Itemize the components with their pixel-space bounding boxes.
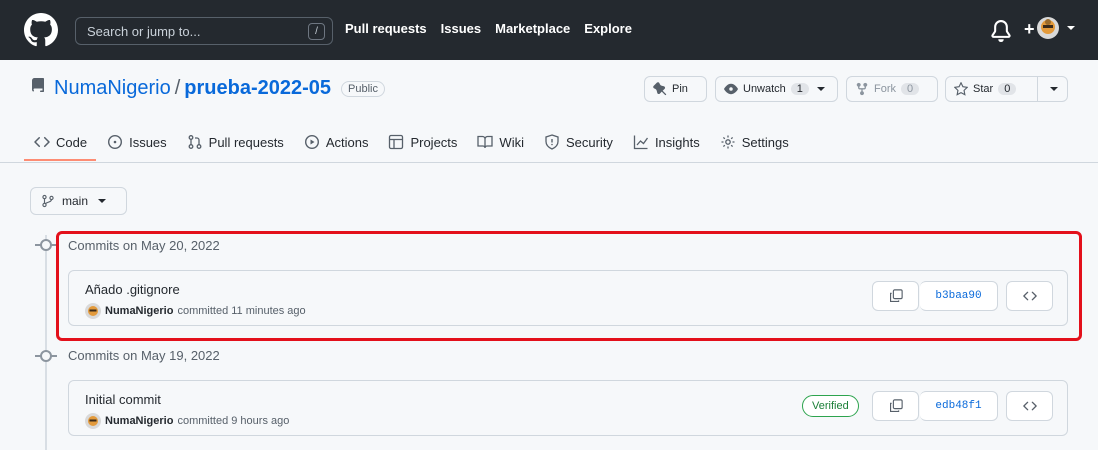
branch-name: main xyxy=(62,194,89,208)
global-nav: Pull requests Issues Marketplace Explore xyxy=(345,21,632,36)
star-label: Star xyxy=(973,83,994,95)
create-new-button[interactable]: + xyxy=(1024,19,1035,40)
graph-icon xyxy=(633,135,648,150)
repo-owner-link[interactable]: NumaNigerio xyxy=(54,77,171,100)
commit-timeline xyxy=(45,235,47,450)
pin-button[interactable]: Pin xyxy=(644,76,707,102)
star-chevron-down-icon xyxy=(1050,87,1058,91)
tab-wiki[interactable]: Wiki xyxy=(467,133,534,151)
commit-author-link[interactable]: NumaNigerio xyxy=(105,415,173,427)
tab-issues-label: Issues xyxy=(129,134,167,150)
book-icon xyxy=(477,135,494,149)
tab-insights[interactable]: Insights xyxy=(623,133,710,151)
commit-time: committed 9 hours ago xyxy=(177,415,290,427)
user-menu-chevron-down-icon[interactable] xyxy=(1067,26,1075,30)
commit-meta: NumaNigerio committed 9 hours ago xyxy=(85,413,289,429)
repo-tabs: Code Issues Pull requests Actions Projec… xyxy=(24,133,799,151)
commit-row: Initial commit NumaNigerio committed 9 h… xyxy=(68,380,1068,436)
tab-pull-requests-label: Pull requests xyxy=(208,134,284,150)
shield-icon xyxy=(545,134,559,150)
search-placeholder: Search or jump to... xyxy=(87,24,201,39)
commit-message-link[interactable]: Initial commit xyxy=(85,392,161,407)
repo-icon xyxy=(31,78,44,92)
tab-actions[interactable]: Actions xyxy=(294,133,379,151)
pin-icon xyxy=(653,82,667,96)
git-branch-icon xyxy=(42,194,54,208)
active-tab-indicator xyxy=(24,159,96,161)
search-input[interactable]: Search or jump to... / xyxy=(75,17,333,45)
unwatch-label: Unwatch xyxy=(743,83,786,95)
global-header: Search or jump to... / Pull requests Iss… xyxy=(0,0,1098,60)
table-icon xyxy=(389,134,404,150)
tab-actions-label: Actions xyxy=(325,134,369,150)
watchers-count: 1 xyxy=(790,83,809,95)
nav-marketplace[interactable]: Marketplace xyxy=(495,21,570,36)
user-avatar[interactable] xyxy=(1036,16,1060,40)
tab-issues[interactable]: Issues xyxy=(97,133,177,151)
branch-chevron-down-icon xyxy=(98,199,107,203)
issue-icon xyxy=(108,134,123,150)
author-avatar[interactable] xyxy=(85,413,101,429)
tab-insights-label: Insights xyxy=(654,134,700,150)
nav-pull-requests[interactable]: Pull requests xyxy=(345,21,427,36)
commit-group-heading: Commits on May 19, 2022 xyxy=(68,348,220,363)
branch-selector[interactable]: main xyxy=(30,187,127,215)
repo-separator: / xyxy=(174,77,181,99)
play-icon xyxy=(304,134,319,150)
gear-icon xyxy=(721,135,735,149)
nav-issues[interactable]: Issues xyxy=(441,21,481,36)
visibility-badge: Public xyxy=(341,80,385,97)
pin-label: Pin xyxy=(672,83,688,95)
fork-button[interactable]: Fork 0 xyxy=(846,76,938,102)
fork-label: Fork xyxy=(874,83,896,95)
repo-name-link[interactable]: prueba-2022-05 xyxy=(184,77,331,100)
code-icon xyxy=(34,136,50,148)
eye-icon xyxy=(724,83,738,95)
commit-group-node-icon xyxy=(40,239,52,251)
commit-sha-link[interactable]: edb48f1 xyxy=(920,391,998,421)
verified-badge[interactable]: Verified xyxy=(802,395,859,417)
repository-title: NumaNigerio / prueba-2022-05 Public xyxy=(54,77,385,100)
github-logo-icon[interactable] xyxy=(24,13,58,47)
tab-pull-requests[interactable]: Pull requests xyxy=(177,133,294,151)
nav-explore[interactable]: Explore xyxy=(584,21,632,36)
unwatch-chevron-down-icon xyxy=(816,87,825,91)
browse-files-button[interactable] xyxy=(1006,391,1053,421)
highlight-annotation xyxy=(56,231,1082,341)
tab-projects[interactable]: Projects xyxy=(378,133,467,151)
pull-request-icon xyxy=(188,135,202,149)
tab-settings[interactable]: Settings xyxy=(710,133,799,151)
copy-sha-button[interactable] xyxy=(872,391,919,421)
tab-code-label: Code xyxy=(56,134,88,150)
star-button[interactable]: Star 0 xyxy=(945,76,1068,102)
commit-group-node-icon xyxy=(40,350,52,362)
tab-security-label: Security xyxy=(565,134,613,150)
tab-security[interactable]: Security xyxy=(534,133,623,151)
forks-count: 0 xyxy=(901,83,920,95)
star-list-dropdown[interactable] xyxy=(1037,77,1067,101)
unwatch-button[interactable]: Unwatch 1 xyxy=(715,76,838,102)
fork-icon xyxy=(856,82,868,96)
stars-count: 0 xyxy=(998,83,1017,95)
tab-wiki-label: Wiki xyxy=(499,134,524,150)
tab-projects-label: Projects xyxy=(410,134,458,150)
tab-settings-label: Settings xyxy=(741,134,789,150)
search-shortcut-key: / xyxy=(308,23,325,40)
notifications-bell-icon[interactable] xyxy=(990,20,1012,42)
copy-icon xyxy=(889,399,903,412)
tab-code[interactable]: Code xyxy=(24,133,97,151)
code-icon xyxy=(1022,401,1037,411)
star-icon xyxy=(954,82,968,96)
